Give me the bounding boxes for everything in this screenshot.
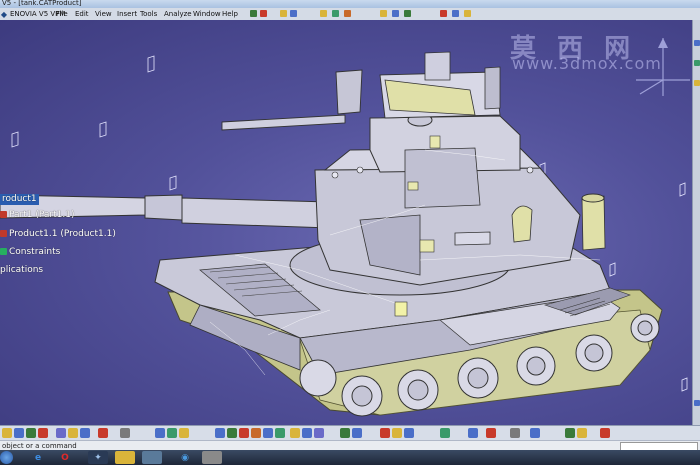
formula-icon[interactable] — [120, 428, 130, 438]
part-icon — [0, 211, 7, 218]
browser-icon[interactable]: ◉ — [175, 451, 195, 464]
menu-help[interactable]: Help — [222, 8, 238, 20]
rotate-icon[interactable] — [227, 428, 237, 438]
bottom-toolbar — [0, 425, 700, 441]
app2-icon[interactable] — [202, 451, 222, 464]
tool-icon[interactable] — [510, 428, 520, 438]
toolbar-icon[interactable] — [404, 10, 411, 17]
shading-icon[interactable] — [302, 428, 312, 438]
window-title: V5 - [tank.CATProduct] — [2, 0, 82, 7]
compass-icon[interactable] — [628, 34, 698, 104]
analysis-icon[interactable] — [392, 428, 402, 438]
app-icon[interactable] — [142, 451, 162, 464]
snap-icon[interactable] — [404, 428, 414, 438]
tree-item-part1[interactable]: Part1 (Part1.1) — [0, 210, 74, 221]
toolbar-icon[interactable] — [290, 10, 297, 17]
toolbar-icon[interactable] — [344, 10, 351, 17]
menu-view[interactable]: View — [95, 8, 112, 20]
menu-edit[interactable]: Edit — [75, 8, 89, 20]
constraint-icon[interactable] — [352, 428, 362, 438]
cut-icon[interactable] — [56, 428, 66, 438]
zoom-out-icon[interactable] — [251, 428, 261, 438]
tool-icon[interactable] — [565, 428, 575, 438]
fit-all-icon[interactable] — [275, 428, 285, 438]
tool-icon[interactable] — [577, 428, 587, 438]
explorer-icon[interactable] — [115, 451, 135, 464]
view-icon[interactable] — [155, 428, 165, 438]
toolbar-icon[interactable] — [250, 10, 257, 17]
tree-root[interactable]: roduct1 — [0, 194, 39, 205]
print-icon[interactable] — [38, 428, 48, 438]
ie-icon[interactable]: e — [28, 451, 48, 464]
constraint-icon[interactable] — [340, 428, 350, 438]
specification-tree: roduct1 Part1 (Part1.1) Product1.1 (Prod… — [0, 194, 116, 294]
toolbar-icon[interactable] — [380, 10, 387, 17]
zoom-in-icon[interactable] — [239, 428, 249, 438]
open-icon[interactable] — [14, 428, 24, 438]
menu-analyze[interactable]: Analyze — [164, 8, 192, 20]
tool-icon[interactable] — [486, 428, 496, 438]
tree-item-applications[interactable]: plications — [0, 265, 43, 276]
pan-icon[interactable] — [215, 428, 225, 438]
title-bar: V5 - [tank.CATProduct] — [0, 0, 700, 8]
toolbar-icon[interactable] — [694, 40, 700, 46]
catia-icon[interactable]: ✦ — [88, 451, 108, 464]
constraints-icon — [0, 248, 7, 255]
toolbar-icon[interactable] — [464, 10, 471, 17]
toolbar-icon[interactable] — [260, 10, 267, 17]
toolbar-icon[interactable] — [694, 60, 700, 66]
catia-window: V5 - [tank.CATProduct] ◆ ENOVIA V5 VPM F… — [0, 0, 700, 465]
new-icon[interactable] — [2, 428, 12, 438]
menu-window[interactable]: Window — [193, 8, 221, 20]
toolbar-icon[interactable] — [694, 80, 700, 86]
undo-icon[interactable] — [98, 428, 108, 438]
toolbar-icon[interactable] — [694, 400, 700, 406]
hide-show-icon[interactable] — [314, 428, 324, 438]
toolbar-icon[interactable] — [392, 10, 399, 17]
view-icon[interactable] — [179, 428, 189, 438]
iso-view-icon[interactable] — [290, 428, 300, 438]
tree-item-product1-1[interactable]: Product1.1 (Product1.1) — [0, 229, 116, 240]
paste-icon[interactable] — [80, 428, 90, 438]
catalog-icon[interactable] — [468, 428, 478, 438]
toolbar-icon[interactable] — [332, 10, 339, 17]
view-icon[interactable] — [167, 428, 177, 438]
menu-file[interactable]: File — [56, 8, 68, 20]
normal-view-icon[interactable] — [263, 428, 273, 438]
measure-icon[interactable] — [380, 428, 390, 438]
toolbar-icon[interactable] — [440, 10, 447, 17]
right-toolbar — [692, 20, 700, 425]
3d-viewport[interactable]: 莫 西 网 www.3dmox.com roduct1 Part1 (Part1… — [0, 20, 700, 425]
menu-insert[interactable]: Insert — [117, 8, 137, 20]
tool-icon[interactable] — [600, 428, 610, 438]
toolbar-icon[interactable] — [452, 10, 459, 17]
save-icon[interactable] — [26, 428, 36, 438]
start-icon[interactable] — [0, 451, 13, 464]
update-icon[interactable] — [440, 428, 450, 438]
product-icon — [0, 230, 7, 237]
toolbar-icon[interactable] — [280, 10, 287, 17]
copy-icon[interactable] — [68, 428, 78, 438]
toolbar-icon[interactable] — [320, 10, 327, 17]
opera-icon[interactable]: O — [55, 451, 75, 464]
tree-item-constraints[interactable]: Constraints — [0, 247, 60, 258]
tool-icon[interactable] — [530, 428, 540, 438]
windows-taskbar: e O ✦ ◉ — [0, 450, 700, 465]
menu-tools[interactable]: Tools — [140, 8, 157, 20]
catia-logo-icon[interactable]: ◆ — [0, 8, 8, 20]
